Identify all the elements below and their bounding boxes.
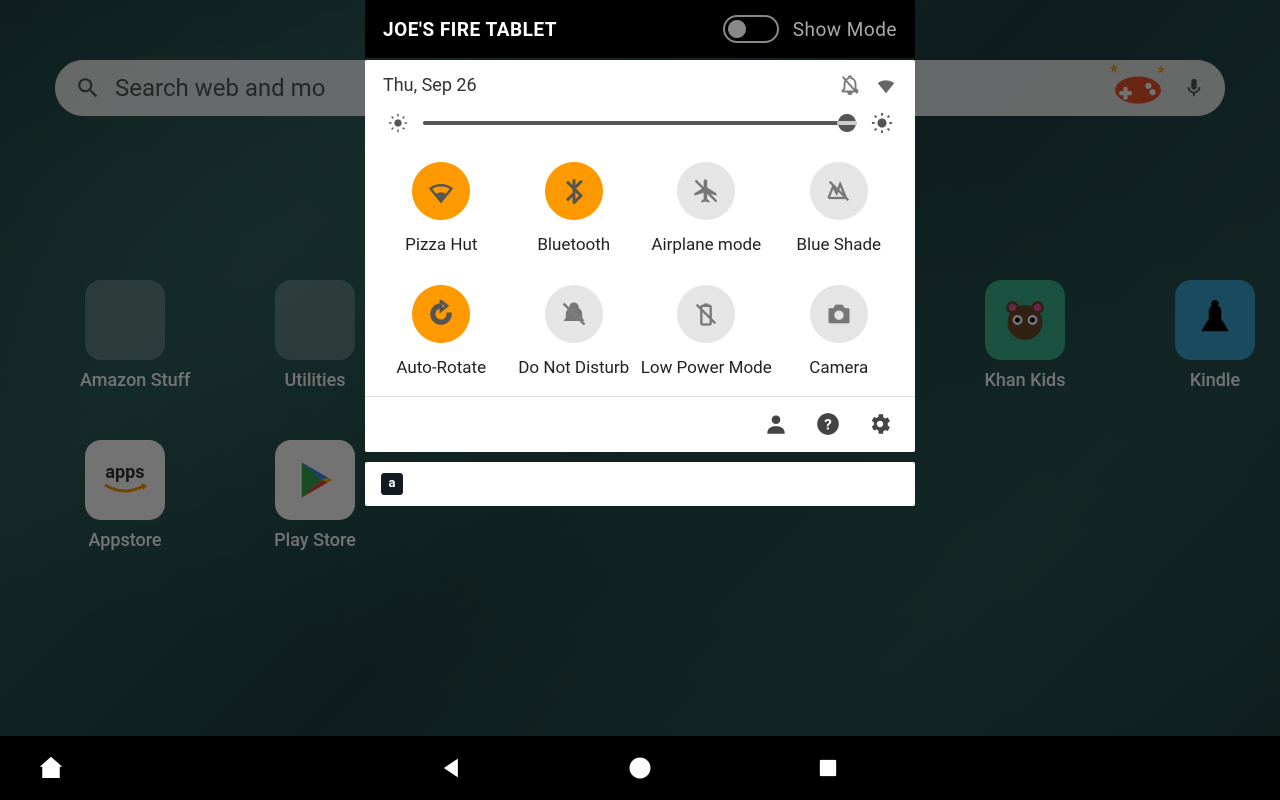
tile-auto-rotate[interactable]: Auto-Rotate (375, 285, 508, 380)
camera-icon (810, 285, 868, 343)
nav-house-icon[interactable] (36, 753, 66, 783)
tile-blue-shade[interactable]: Blue Shade (773, 162, 906, 257)
dnd-off-icon (839, 74, 861, 96)
brightness-thumb[interactable] (838, 114, 856, 132)
system-navbar (0, 736, 1280, 800)
amazon-icon: a (381, 473, 403, 495)
battery-icon (677, 285, 735, 343)
bluetooth-icon (545, 162, 603, 220)
tile-wifi[interactable]: Pizza Hut (375, 162, 508, 257)
blueshade-icon (810, 162, 868, 220)
notification-card[interactable]: a (365, 462, 915, 506)
settings-icon[interactable] (867, 411, 893, 437)
tile-airplane[interactable]: Airplane mode (640, 162, 773, 257)
tile-label: Camera (773, 357, 906, 380)
help-icon[interactable]: ? (815, 411, 841, 437)
device-name: JOE'S FIRE TABLET (383, 18, 557, 41)
brightness-high-icon (871, 112, 893, 134)
tile-label: Auto-Rotate (375, 357, 508, 380)
tile-label: Pizza Hut (375, 234, 508, 257)
quick-settings-panel: JOE'S FIRE TABLET Show Mode Thu, Sep 26 … (365, 0, 915, 506)
tile-camera[interactable]: Camera (773, 285, 906, 380)
show-mode-toggle[interactable] (723, 15, 779, 43)
brightness-track[interactable] (423, 121, 857, 125)
qs-footer: ? (365, 396, 915, 452)
date-label: Thu, Sep 26 (383, 75, 477, 96)
wifi-status-icon (875, 74, 897, 96)
nav-recents-icon[interactable] (814, 754, 842, 782)
qs-tiles: Pizza Hut Bluetooth Airplane mode Blue S… (365, 156, 915, 396)
tile-label: Bluetooth (508, 234, 641, 257)
tile-bluetooth[interactable]: Bluetooth (508, 162, 641, 257)
svg-text:?: ? (824, 416, 832, 434)
brightness-low-icon (387, 112, 409, 134)
user-icon[interactable] (763, 411, 789, 437)
wifi-icon (412, 162, 470, 220)
airplane-icon (677, 162, 735, 220)
qs-header: JOE'S FIRE TABLET Show Mode (365, 0, 915, 58)
nav-back-icon[interactable] (438, 754, 466, 782)
tile-label: Airplane mode (640, 234, 773, 257)
tile-low-power[interactable]: Low Power Mode (640, 285, 773, 380)
tile-label: Low Power Mode (640, 357, 773, 380)
rotate-icon (412, 285, 470, 343)
tile-label: Do Not Disturb (508, 357, 641, 380)
nav-home-icon[interactable] (626, 754, 654, 782)
dnd-icon (545, 285, 603, 343)
show-mode-label: Show Mode (793, 18, 897, 41)
tile-dnd[interactable]: Do Not Disturb (508, 285, 641, 380)
tile-label: Blue Shade (773, 234, 906, 257)
brightness-slider[interactable] (365, 104, 915, 156)
